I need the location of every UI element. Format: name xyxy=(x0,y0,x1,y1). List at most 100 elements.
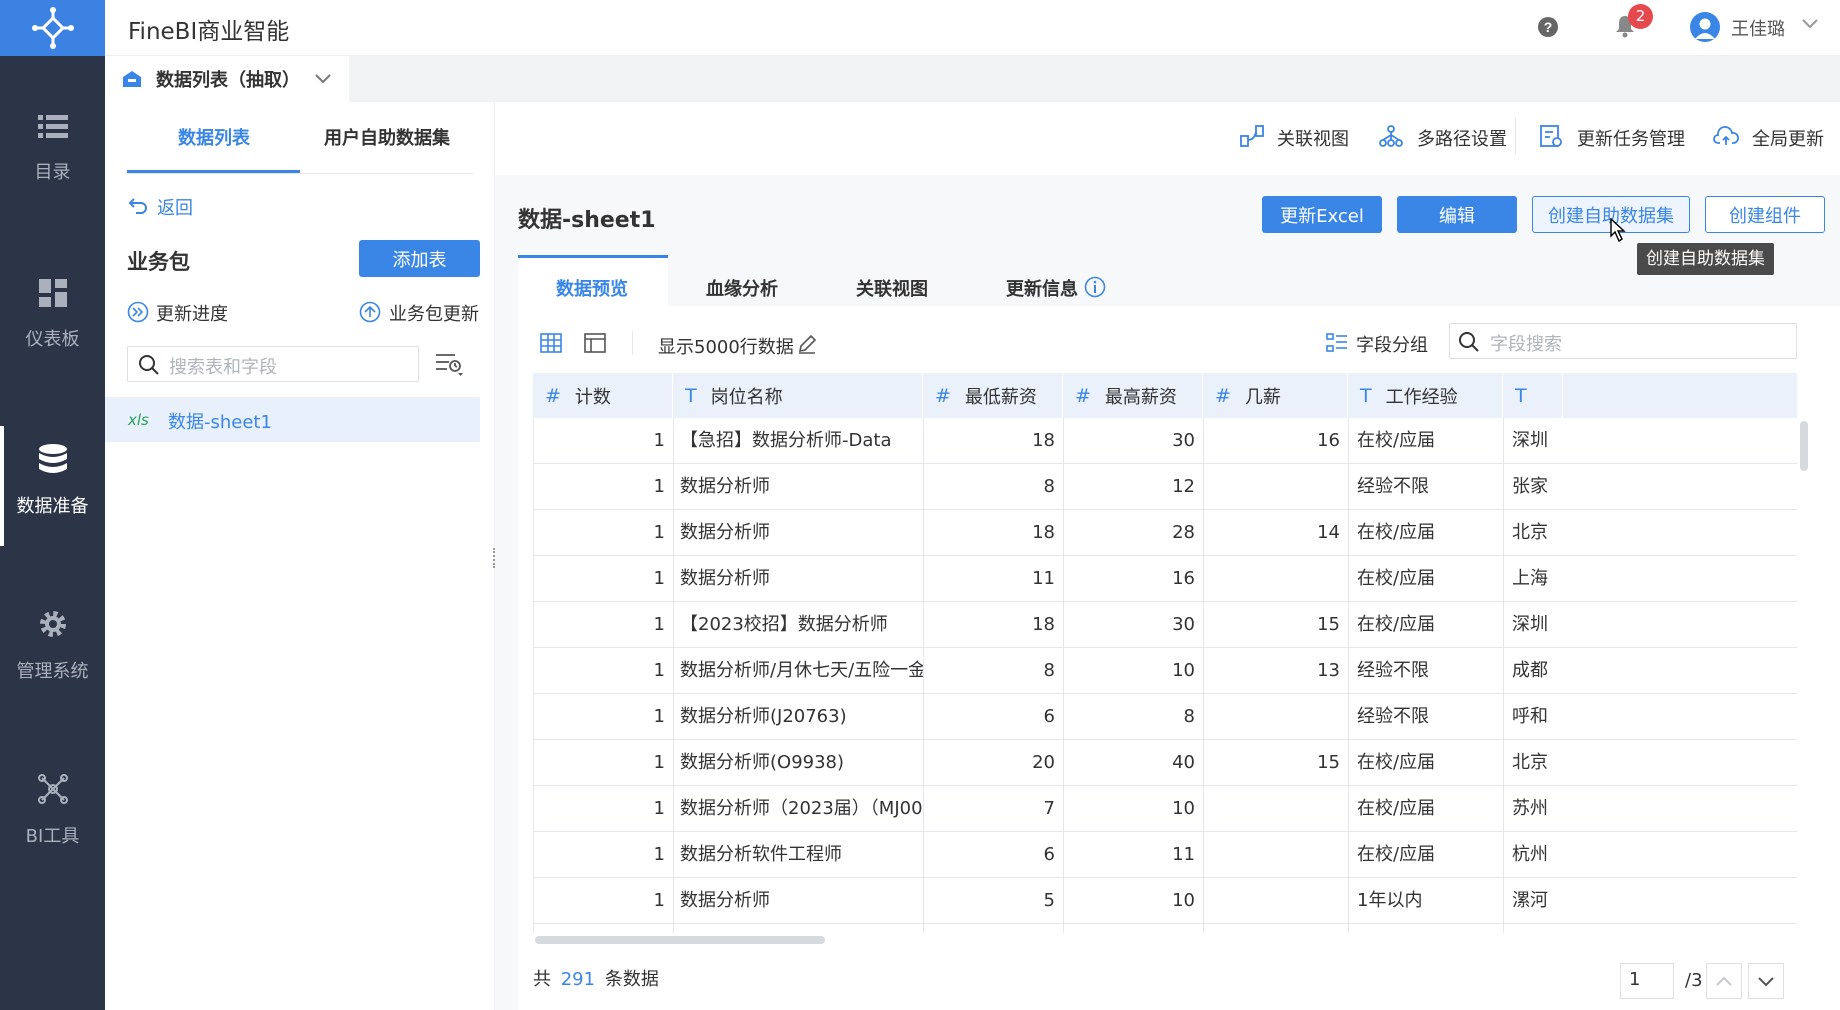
table-row[interactable]: 1数据分析师（2023届）（MJ001068)710 在校/应届苏州 xyxy=(533,786,1797,832)
table-row[interactable]: 1 数据分析软件工程师 6 11 在校/应届 杭州 xyxy=(533,832,1797,878)
column-header[interactable]: T xyxy=(1503,373,1563,418)
nav-item-data-prep[interactable]: 数据准备 xyxy=(0,426,105,546)
update-progress-link[interactable]: 更新进度 xyxy=(156,300,228,326)
nav-item-dashboard[interactable]: 仪表板 xyxy=(0,261,105,381)
user-name[interactable]: 王佳璐 xyxy=(1731,15,1785,41)
field-search-input[interactable]: 字段搜索 xyxy=(1449,323,1797,359)
column-header[interactable]: # 最高薪资 xyxy=(1063,373,1203,418)
nav-item-label: BI工具 xyxy=(25,826,80,847)
tab-relation-view[interactable]: 关联视图 xyxy=(856,275,928,301)
task-manage-icon xyxy=(1539,124,1563,148)
column-header[interactable]: # 几薪 xyxy=(1203,373,1348,418)
edit-pencil-icon[interactable] xyxy=(797,334,817,354)
global-update-button[interactable]: 全局更新 xyxy=(1752,125,1824,151)
app-title: FineBI商业智能 xyxy=(128,19,290,45)
page-prev-button[interactable] xyxy=(1706,963,1742,999)
table-cell: 数据分析师-业务方向 xyxy=(673,924,923,933)
table-cell: 18 xyxy=(923,602,1063,648)
page-input[interactable]: 1 xyxy=(1620,963,1674,999)
grid-view-icon[interactable] xyxy=(540,333,562,353)
multipath-button[interactable]: 多路径设置 xyxy=(1417,125,1507,151)
vertical-scrollbar[interactable] xyxy=(1800,421,1808,471)
table-cell: 在校/应届 xyxy=(1348,924,1503,933)
table-row[interactable]: 1 数据分析师(J20763) 6 8 经验不限 呼和 xyxy=(533,694,1797,740)
info-icon[interactable] xyxy=(1084,276,1106,298)
package-update-link[interactable]: 业务包更新 xyxy=(389,300,479,326)
cloud-refresh-icon xyxy=(1713,125,1739,147)
task-manage-button[interactable]: 更新任务管理 xyxy=(1577,125,1685,151)
column-header[interactable]: T 岗位名称 xyxy=(673,373,923,418)
table-row[interactable]: 1 数据分析师 18 28 14 在校/应届 北京 xyxy=(533,510,1797,556)
nav-item-bi-tools[interactable]: BI工具 xyxy=(0,756,105,876)
logo[interactable] xyxy=(0,0,105,56)
table-cell: 8 xyxy=(923,648,1063,694)
table-viewport[interactable]: # 计数 T 岗位名称 # 最低薪资 # 最高薪资 # 几薪 T 工作经验 T 1 【急招】数据分析师-D… xyxy=(533,373,1797,933)
section-title: 业务包 xyxy=(127,250,190,274)
table-cell: 经验不限 xyxy=(1348,464,1503,510)
table-cell: 12 xyxy=(1063,464,1203,510)
column-header[interactable]: T 工作经验 xyxy=(1348,373,1503,418)
chevron-down-icon[interactable] xyxy=(1801,18,1819,30)
progress-icon xyxy=(127,301,149,323)
page-next-button[interactable] xyxy=(1748,963,1784,999)
tab-label: 数据预览 xyxy=(556,279,628,300)
breadcrumb[interactable]: 数据列表（抽取） xyxy=(105,56,349,102)
table-cell: 在校/应届 xyxy=(1348,740,1503,786)
add-table-button[interactable]: 添加表 xyxy=(359,240,480,277)
table-row[interactable]: 1 数据分析师 8 12 经验不限 张家 xyxy=(533,464,1797,510)
table-row[interactable]: 1 【2023校招】数据分析师 18 30 15 在校/应届 深圳 xyxy=(533,602,1797,648)
breadcrumb-label: 数据列表（抽取） xyxy=(156,70,300,91)
table-cell: 苏州 xyxy=(1503,786,1563,832)
horizontal-scrollbar[interactable] xyxy=(535,936,825,944)
tab-self-dataset[interactable]: 用户自助数据集 xyxy=(324,124,450,150)
tooltip: 创建自助数据集 xyxy=(1637,243,1774,275)
table-row[interactable]: 1 数据分析师/月休七天/五险一金 8 10 13 经验不限 成都 xyxy=(533,648,1797,694)
update-excel-button[interactable]: 更新Excel xyxy=(1262,196,1382,233)
table-cell: 13 xyxy=(1203,648,1348,694)
chevron-down-icon[interactable] xyxy=(314,73,332,85)
help-icon[interactable]: ? xyxy=(1537,16,1559,38)
tab-update-info[interactable]: 更新信息 xyxy=(1006,275,1078,301)
table-cell: 1 xyxy=(533,556,673,602)
table-row[interactable]: 1 数据分析师(O9938) 20 40 15 在校/应届 北京 xyxy=(533,740,1797,786)
nav-item-label: 管理系统 xyxy=(16,661,89,682)
table-row[interactable]: 1 【急招】数据分析师-Data 18 30 16 在校/应届 深圳 xyxy=(533,418,1797,464)
table-row[interactable]: 1 数据分析师 11 16 在校/应届 上海 xyxy=(533,556,1797,602)
top-bar: FineBI商业智能 ? 2 王佳璐 xyxy=(105,0,1840,56)
tab-lineage[interactable]: 血缘分析 xyxy=(706,275,778,301)
table-cell: 数据分析师 xyxy=(673,464,923,510)
tab-data-list[interactable]: 数据列表 xyxy=(178,124,250,150)
nav-item-admin[interactable]: 管理系统 xyxy=(0,591,105,711)
table-cell: 7 xyxy=(923,786,1063,832)
table-cell: 14 xyxy=(1203,510,1348,556)
column-header[interactable]: # 计数 xyxy=(533,373,673,418)
layout-view-icon[interactable] xyxy=(584,333,606,353)
table-row[interactable]: 1 数据分析师 5 10 1年以内 漯河 xyxy=(533,878,1797,924)
filter-settings-icon[interactable] xyxy=(435,352,467,378)
table-cell: 北京 xyxy=(1503,740,1563,786)
table-list-item[interactable]: xls 数据-sheet1 xyxy=(105,397,480,442)
create-component-button[interactable]: 创建组件 xyxy=(1705,196,1825,233)
edit-button[interactable]: 编辑 xyxy=(1397,196,1517,233)
table-cell xyxy=(1203,878,1348,924)
back-icon[interactable] xyxy=(128,196,148,214)
column-header[interactable]: # 最低薪资 xyxy=(923,373,1063,418)
nav-item-catalog[interactable]: 目录 xyxy=(0,96,105,216)
table-cell xyxy=(1203,556,1348,602)
back-link[interactable]: 返回 xyxy=(157,194,193,220)
table-cell: 1 xyxy=(533,786,673,832)
table-cell: 1 xyxy=(533,924,673,933)
relation-view-button[interactable]: 关联视图 xyxy=(1277,125,1349,151)
table-cell: 15 xyxy=(1203,602,1348,648)
finebi-logo-icon xyxy=(31,7,74,49)
table-row[interactable]: 1数据分析师-业务方向153016在校/应届北京 xyxy=(533,924,1797,933)
table-cell: 杭州 xyxy=(1503,832,1563,878)
table-cell: 深圳 xyxy=(1503,602,1563,648)
field-group-button[interactable]: 字段分组 xyxy=(1356,331,1428,357)
show-rows-label: 显示5000行数据 xyxy=(658,337,794,358)
nav-item-label: 仪表板 xyxy=(25,329,80,350)
table-header: # 计数 T 岗位名称 # 最低薪资 # 最高薪资 # 几薪 T 工作经验 T xyxy=(533,373,1797,418)
table-cell: 16 xyxy=(1203,924,1348,933)
avatar[interactable] xyxy=(1690,12,1720,42)
table-search-input[interactable]: 搜索表和字段 xyxy=(127,346,419,382)
